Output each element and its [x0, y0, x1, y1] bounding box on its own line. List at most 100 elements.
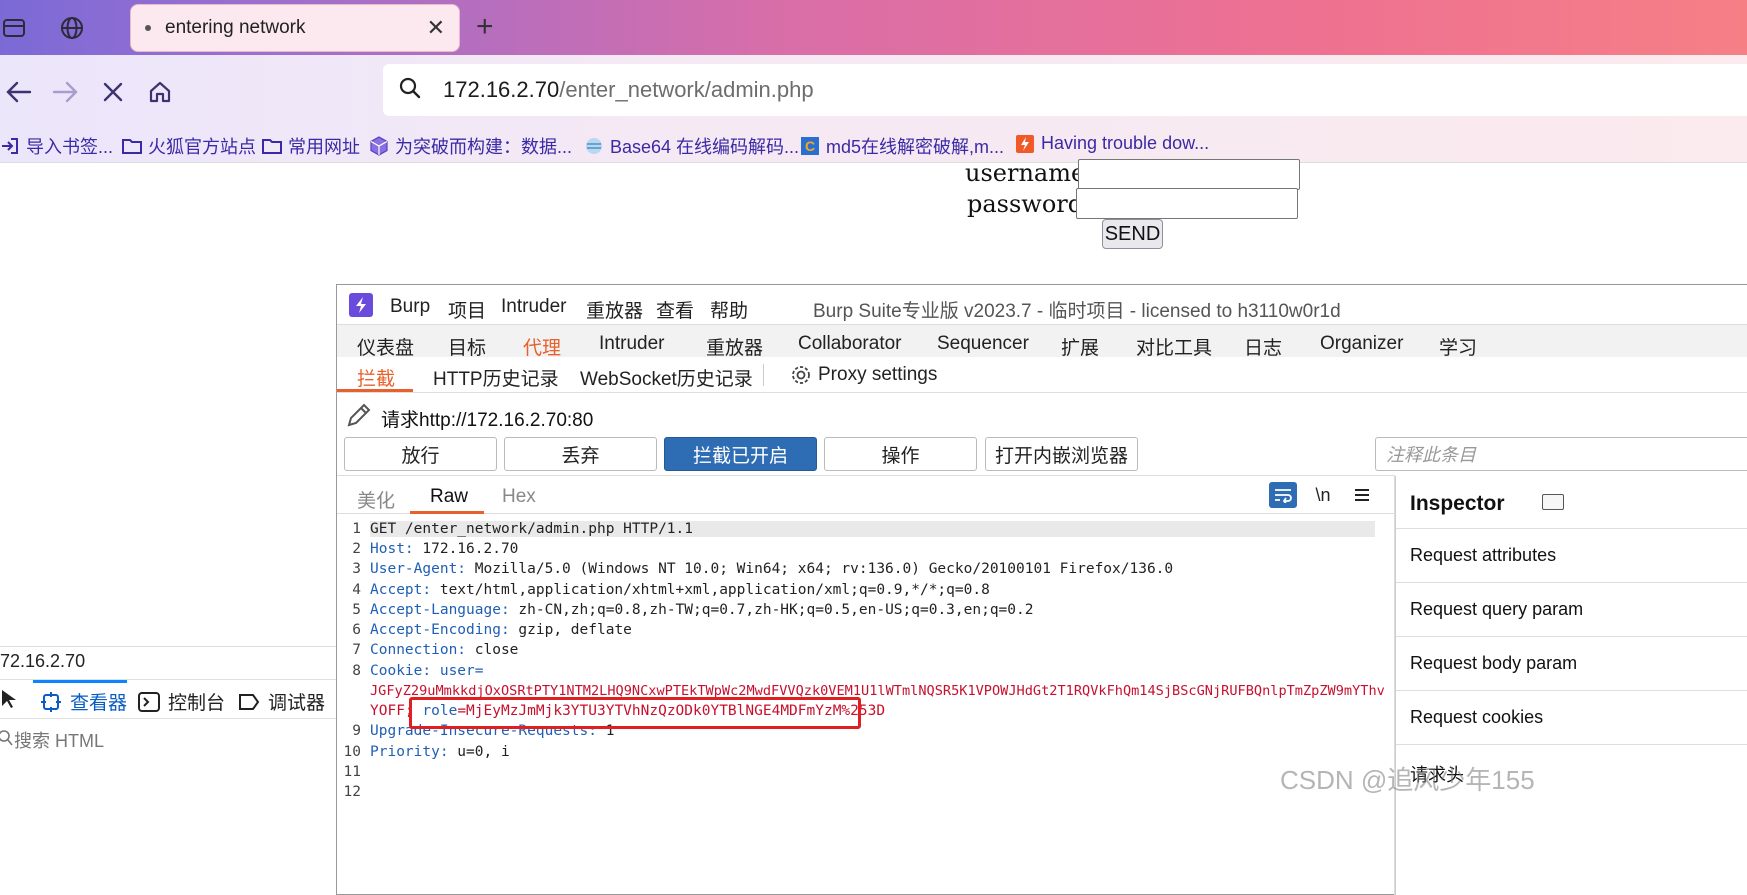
code-line-4: Accept: text/html,application/xhtml+xml,…: [370, 582, 990, 598]
username-input[interactable]: [1078, 159, 1300, 190]
menu-burp[interactable]: Burp: [390, 296, 430, 318]
code-line-10: Priority: u=0, i: [370, 744, 510, 760]
console-icon: [138, 691, 160, 713]
request-code-view[interactable]: 1 GET /enter_network/admin.php HTTP/1.1 …: [337, 518, 1395, 849]
tab-debugger[interactable]: 调试器: [238, 688, 325, 715]
subtab-intercept[interactable]: 拦截: [357, 364, 395, 391]
menu-intruder[interactable]: Intruder: [501, 296, 566, 318]
element-picker-icon[interactable]: [0, 688, 18, 715]
forward-button[interactable]: 放行: [344, 437, 497, 471]
watermark: CSDN @追风少年155: [1280, 765, 1535, 795]
tab-active[interactable]: entering network ✕: [130, 4, 460, 52]
bookmark-common-sites[interactable]: 常用网址: [262, 133, 360, 159]
menu-view[interactable]: 查看: [656, 296, 694, 323]
devtools-search[interactable]: 搜索 HTML: [0, 727, 104, 753]
bookmark-firefox-site[interactable]: 火狐官方站点: [122, 133, 256, 159]
url-bar[interactable]: 172.16.2.70/enter_network/admin.php: [383, 64, 1747, 116]
bookmark-base64[interactable]: Base64 在线编码解码...: [584, 133, 799, 159]
tab-comparer[interactable]: 对比工具: [1136, 333, 1212, 360]
line-number: 4: [352, 582, 361, 598]
bookmark-import[interactable]: 导入书签...: [0, 133, 113, 159]
code-line-5: Accept-Language: zh-CN,zh;q=0.8,zh-TW;q=…: [370, 602, 1034, 618]
line-number: 8: [352, 663, 361, 679]
action-button[interactable]: 操作: [824, 437, 977, 471]
pencil-icon[interactable]: [345, 401, 373, 434]
stop-icon[interactable]: [96, 75, 130, 109]
tab-raw[interactable]: Raw: [430, 486, 468, 508]
tab-dashboard[interactable]: 仪表盘: [357, 333, 414, 360]
home-icon[interactable]: [143, 75, 177, 109]
menu-project[interactable]: 项目: [448, 296, 486, 323]
code-line-3: User-Agent: Mozilla/5.0 (Windows NT 10.0…: [370, 561, 1174, 577]
tab-collaborator[interactable]: Collaborator: [798, 333, 902, 355]
import-icon: [0, 136, 20, 156]
newline-toggle-icon[interactable]: \n: [1309, 482, 1337, 508]
close-tab-icon[interactable]: ✕: [427, 15, 445, 41]
line-number: 2: [352, 541, 361, 557]
new-tab-icon[interactable]: +: [476, 12, 494, 42]
inspector-request-attributes[interactable]: Request attributes: [1396, 528, 1747, 582]
warning-page-icon: [1015, 134, 1035, 154]
browser-tab-bar: entering network ✕ +: [0, 0, 1747, 55]
tab-hex[interactable]: Hex: [502, 486, 536, 508]
tab-sequencer[interactable]: Sequencer: [937, 333, 1029, 355]
tab-console[interactable]: 控制台: [138, 688, 225, 715]
bookmark-md5[interactable]: C md5在线解密破解,m...: [800, 133, 1004, 159]
subtab-websocket-history[interactable]: WebSocket历史记录: [580, 364, 753, 391]
globe-icon[interactable]: [58, 14, 86, 42]
url-path: /enter_network/admin.php: [559, 77, 814, 102]
url-host: 172.16.2.70: [443, 77, 560, 102]
search-icon: [399, 77, 421, 104]
comment-input[interactable]: 注释此条目: [1375, 437, 1747, 471]
inspector-body-params[interactable]: Request body param: [1396, 636, 1747, 690]
tab-loading-icon: [145, 25, 151, 31]
tab-groups-icon[interactable]: [0, 14, 28, 42]
tab-logger[interactable]: 日志: [1244, 333, 1282, 360]
menu-icon[interactable]: [1348, 482, 1376, 508]
password-input[interactable]: [1076, 188, 1298, 219]
tab-extensions[interactable]: 扩展: [1061, 333, 1099, 360]
subtab-proxy-settings[interactable]: Proxy settings: [790, 364, 937, 386]
bookmark-breach[interactable]: 为突破而构建：数据...: [369, 133, 572, 159]
tab-inspector[interactable]: 查看器: [40, 688, 127, 715]
browser-nav-bar: 172.16.2.70/enter_network/admin.php: [0, 55, 1747, 127]
tab-organizer[interactable]: Organizer: [1320, 333, 1403, 355]
request-target-label: 请求http://172.16.2.70:80: [381, 410, 594, 431]
intercept-request-row: 请求http://172.16.2.70:80: [337, 395, 1710, 437]
forward-icon[interactable]: [48, 75, 82, 109]
burp-menubar: Burp 项目 Intruder 重放器 查看 帮助 Burp Suite专业版…: [337, 285, 1747, 327]
role-cookie-highlight: [409, 697, 861, 729]
menu-help[interactable]: 帮助: [710, 296, 748, 323]
tab-learn[interactable]: 学习: [1439, 333, 1477, 360]
open-browser-button[interactable]: 打开内嵌浏览器: [985, 437, 1138, 471]
tab-proxy[interactable]: 代理: [523, 333, 561, 360]
send-button[interactable]: SEND: [1102, 219, 1163, 249]
layout-toggle-icon[interactable]: [1542, 494, 1564, 510]
subtab-http-history[interactable]: HTTP历史记录: [433, 364, 559, 391]
tab-repeater[interactable]: 重放器: [706, 333, 763, 360]
folder-icon: [262, 136, 282, 156]
folder-icon: [122, 136, 142, 156]
username-label: username:: [965, 159, 1094, 187]
inspector-query-params[interactable]: Request query param: [1396, 582, 1747, 636]
back-icon[interactable]: [2, 75, 36, 109]
tab-intruder[interactable]: Intruder: [599, 333, 664, 355]
wrap-icon[interactable]: [1269, 482, 1297, 508]
inspector-cookies[interactable]: Request cookies: [1396, 690, 1747, 744]
code-line-7: Connection: close: [370, 642, 519, 658]
tab-pretty[interactable]: 美化: [357, 486, 395, 513]
drop-button[interactable]: 丢弃: [504, 437, 657, 471]
line-number: 11: [343, 764, 361, 780]
tab-target[interactable]: 目标: [448, 333, 486, 360]
line-number: 1: [352, 521, 361, 537]
intercept-toggle-button[interactable]: 拦截已开启: [664, 437, 817, 471]
intercept-action-row: 放行 丢弃 拦截已开启 操作 打开内嵌浏览器 注释此条目: [337, 435, 1747, 475]
cmd5-site-icon: C: [800, 136, 820, 156]
line-number: 12: [343, 784, 361, 800]
devtools-tabs: 查看器 控制台 调试器: [0, 679, 374, 719]
code-line-6: Accept-Encoding: gzip, deflate: [370, 622, 632, 638]
line-number: 6: [352, 622, 361, 638]
bookmark-trouble[interactable]: Having trouble dow...: [1015, 133, 1209, 154]
line-number: 7: [352, 642, 361, 658]
menu-repeater[interactable]: 重放器: [586, 296, 643, 323]
